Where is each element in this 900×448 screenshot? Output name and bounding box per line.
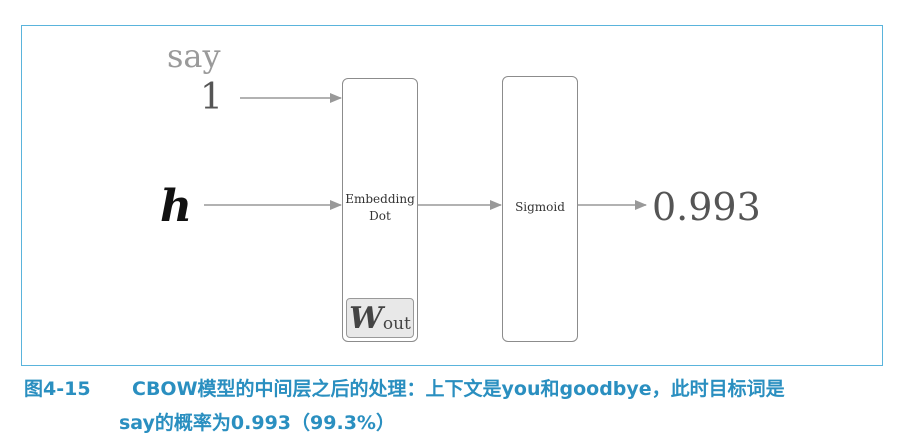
figure-number: 图4-15 bbox=[24, 378, 91, 400]
caption-line-1: CBOW模型的中间层之后的处理：上下文是you和goodbye，此时目标词是 bbox=[132, 378, 785, 400]
figure-caption: 图4-15 CBOW模型的中间层之后的处理：上下文是you和goodbye，此时目… bbox=[24, 372, 884, 440]
caption-line-2: say的概率为0.993（99.3%） bbox=[119, 412, 395, 434]
